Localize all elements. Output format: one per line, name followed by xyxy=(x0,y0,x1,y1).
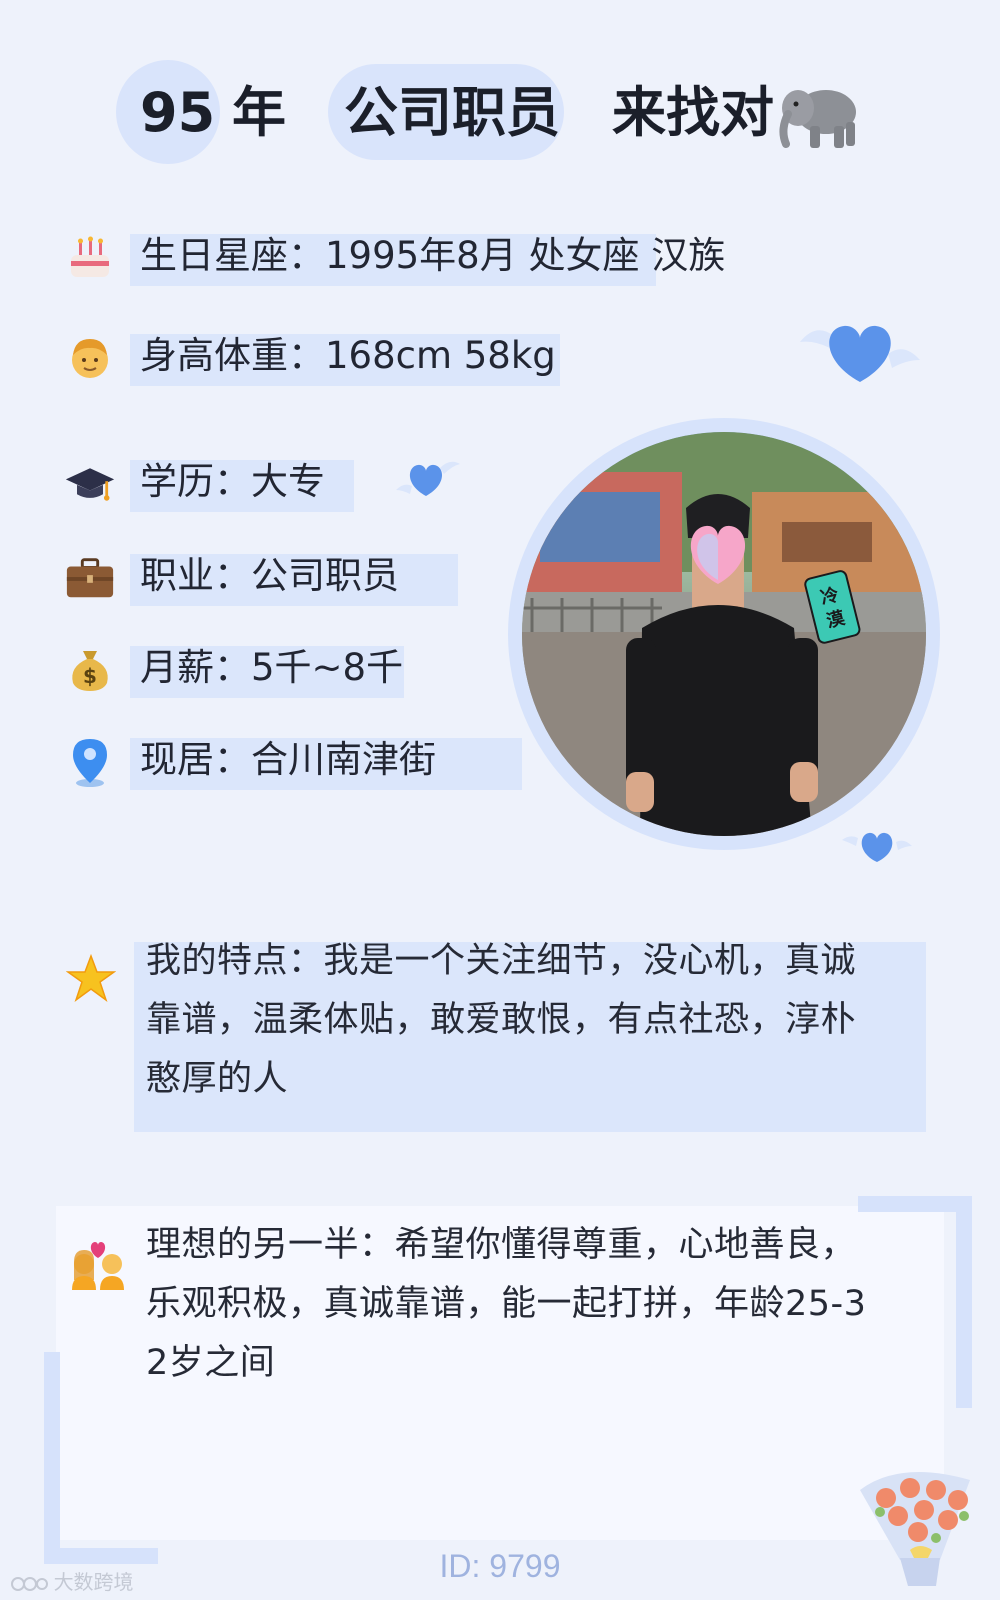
height-weight-text: 身高体重：168cm 58kg xyxy=(140,334,556,377)
couple-with-heart-icon xyxy=(68,1240,128,1298)
briefcase-icon xyxy=(64,552,116,604)
money-bag-icon: $ xyxy=(64,644,116,696)
ideal-line-3: 2岁之间 xyxy=(146,1343,276,1383)
birthday-cake-icon xyxy=(64,232,116,284)
man-face-icon xyxy=(64,332,116,384)
profile-photo[interactable]: 冷 漠 xyxy=(522,432,926,836)
heart-decoration-small xyxy=(396,456,460,507)
profile-card-page: 95 年 公司职员 来找对 生日星座：1995年8月 处女座 汉族 身高体重：1… xyxy=(0,0,1000,1600)
education-text: 学历：大专 xyxy=(140,460,325,503)
ideal-line-2: 乐观积极，真诚靠谱，能一起打拼，年龄25-3 xyxy=(146,1284,867,1324)
salary-text: 月薪：5千~8千 xyxy=(140,646,404,689)
residence-text: 现居：合川南津街 xyxy=(140,738,436,781)
features-line-2: 靠谱，温柔体贴，敢爱敢恨，有点社恐，淳朴 xyxy=(146,1000,857,1040)
seeking-text: 来找对 xyxy=(612,81,774,144)
header: 95 年 公司职员 来找对 xyxy=(0,60,1000,170)
heart-decoration-large xyxy=(800,312,920,395)
info-row-education: 学历：大专 xyxy=(0,452,560,512)
watermark-logo-icon xyxy=(10,1575,48,1593)
location-pin-icon xyxy=(64,736,116,788)
birth-year-suffix: 年 xyxy=(232,81,286,144)
ideal-partner-paragraph: 理想的另一半：希望你懂得尊重，心地善良， 乐观积极，真诚靠谱，能一起打拼，年龄2… xyxy=(146,1216,906,1393)
birthday-text: 生日星座：1995年8月 处女座 汉族 xyxy=(140,234,726,277)
birth-year: 95 xyxy=(140,81,216,144)
features-line-1: 我的特点：我是一个关注细节，没心机，真诚 xyxy=(146,941,857,981)
info-row-residence: 现居：合川南津街 xyxy=(0,730,560,790)
info-row-height-weight: 身高体重：168cm 58kg xyxy=(0,326,560,386)
info-row-salary: $ 月薪：5千~8千 xyxy=(0,638,560,698)
card-corner-bottom-left xyxy=(44,1352,158,1564)
watermark: 大数跨境 xyxy=(10,1566,134,1595)
info-row-occupation: 职业：公司职员 xyxy=(0,546,560,606)
job-tag: 公司职员 xyxy=(344,81,560,144)
ideal-line-1: 理想的另一半：希望你懂得尊重，心地善良， xyxy=(146,1225,857,1265)
svg-text:$: $ xyxy=(83,664,97,688)
elephant-icon xyxy=(776,74,866,154)
graduation-cap-icon xyxy=(64,458,116,510)
features-line-3: 憨厚的人 xyxy=(146,1059,289,1099)
sparkle-star-icon xyxy=(65,953,117,1012)
features-paragraph: 我的特点：我是一个关注细节，没心机，真诚 靠谱，温柔体贴，敢爱敢恨，有点社恐，淳… xyxy=(146,932,906,1109)
info-row-birthday: 生日星座：1995年8月 处女座 汉族 xyxy=(0,226,725,286)
profile-id: ID: 9799 xyxy=(439,1548,561,1584)
watermark-text: 大数跨境 xyxy=(53,1572,134,1594)
occupation-text: 职业：公司职员 xyxy=(140,554,399,597)
heart-decoration-bottom xyxy=(842,824,912,871)
